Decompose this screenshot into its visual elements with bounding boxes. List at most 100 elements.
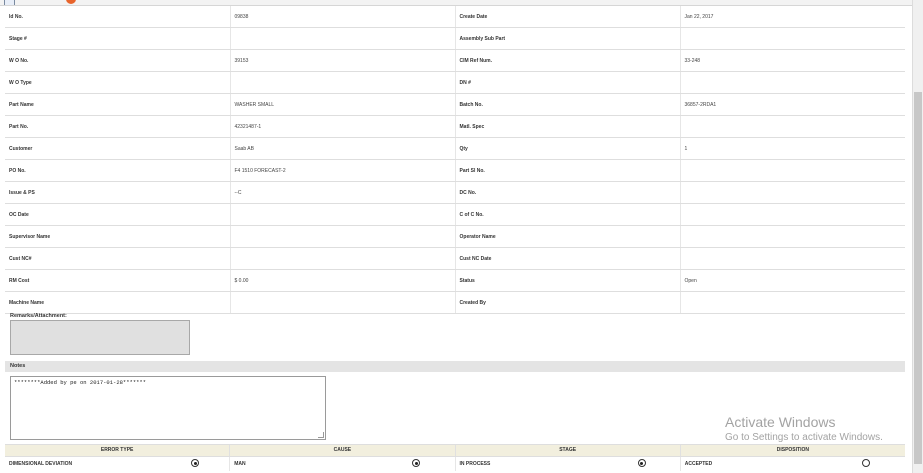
field-value: F4 1510 FORECAST-2 — [230, 159, 456, 182]
field-value: WASHER SMALL — [230, 93, 456, 116]
resize-grip-icon[interactable] — [318, 432, 324, 438]
details-row: OC Date C of C No. — [5, 203, 905, 226]
field-value — [680, 225, 905, 248]
header-disposition: DISPOSITION — [776, 447, 809, 453]
field-label: C of C No. — [455, 203, 681, 226]
field-label: W O Type — [5, 71, 231, 94]
field-label: Id No. — [5, 6, 231, 28]
field-label: CIM Ref Num. — [455, 49, 681, 72]
error-type-value: DIMENSIONAL DEVIATION — [9, 461, 73, 467]
status-circle-icon[interactable] — [66, 0, 76, 4]
disposition-cell: ACCEPTED — [681, 457, 905, 471]
record-details: Id No. 09838 Create Date Jan 22, 2017 Stage … — [5, 6, 905, 314]
cause-value: MAN — [234, 461, 246, 467]
field-label: Stage # — [5, 27, 231, 50]
scrollbar-thumb[interactable] — [914, 92, 922, 464]
field-label: Part Name — [5, 93, 231, 116]
field-label: DN # — [455, 71, 681, 94]
notes-textarea[interactable]: ********Added by pe on 2017-01-28******* — [10, 376, 326, 440]
field-label: Cust NC Date — [455, 247, 681, 270]
field-label: RM Cost — [5, 269, 231, 292]
notes-header: Notes — [5, 361, 905, 372]
stage-radio[interactable] — [637, 459, 646, 467]
field-label: Qty — [455, 137, 681, 160]
field-value: 09838 — [230, 6, 456, 28]
field-value — [230, 203, 456, 226]
field-value: Open — [680, 269, 905, 292]
field-label: DC No. — [455, 181, 681, 204]
error-classification-table: ERROR TYPE CAUSE STAGE DISPOSITION DIMEN… — [5, 444, 905, 471]
field-label: OC Date — [5, 203, 231, 226]
field-value — [230, 27, 456, 50]
field-label: Created By — [455, 291, 681, 314]
field-value — [680, 247, 905, 270]
details-row: W O Type DN # — [5, 71, 905, 94]
header-cause: CAUSE — [230, 445, 456, 456]
disposition-radio[interactable] — [861, 459, 870, 467]
header-stage: STAGE — [456, 445, 681, 456]
details-row: Machine Name Created By — [5, 291, 905, 314]
field-label: Customer — [5, 137, 231, 160]
details-row: Customer Saab AB Qty 1 — [5, 137, 905, 160]
field-value: Saab AB — [230, 137, 456, 160]
field-label: Status — [455, 269, 681, 292]
field-value: Jan 22, 2017 — [680, 6, 905, 28]
field-value: --C — [230, 181, 456, 204]
details-row: Part Name WASHER SMALL Batch No. 36857-2RDA… — [5, 93, 905, 116]
field-label: Matl. Spec — [455, 115, 681, 138]
field-value: 33-248 — [680, 49, 905, 72]
field-label: Supervisor Name — [5, 225, 231, 248]
details-row: Part No. 42321487-1 Matl. Spec — [5, 115, 905, 138]
field-value — [680, 203, 905, 226]
field-value — [680, 115, 905, 138]
field-value — [230, 291, 456, 314]
field-value — [680, 27, 905, 50]
notes-text: ********Added by pe on 2017-01-28******* — [14, 379, 147, 386]
field-value: 1 — [680, 137, 905, 160]
field-value — [230, 225, 456, 248]
stage-cell: IN PROCESS — [456, 457, 681, 471]
details-row: W O No. 39153 CIM Ref Num. 33-248 — [5, 49, 905, 72]
field-value — [230, 71, 456, 94]
stage-value: IN PROCESS — [459, 461, 491, 467]
details-table: Id No. 09838 Create Date Jan 22, 2017 Stage … — [5, 6, 905, 314]
details-row: PO No. F4 1510 FORECAST-2 Part Sl No. — [5, 159, 905, 182]
field-label: W O No. — [5, 49, 231, 72]
field-value: 39153 — [230, 49, 456, 72]
field-label: Issue & PS — [5, 181, 231, 204]
cause-radio[interactable] — [412, 459, 421, 467]
details-row: Cust NC# Cust NC Date — [5, 247, 905, 270]
header-error-type: ERROR TYPE — [5, 445, 231, 456]
error-type-cell: DIMENSIONAL DEVIATION — [5, 457, 231, 471]
field-label: Cust NC# — [5, 247, 231, 270]
details-row: RM Cost $ 0.00 Status Open — [5, 269, 905, 292]
field-label: Create Date — [455, 6, 681, 28]
details-row: Stage # Assembly Sub Part — [5, 27, 905, 50]
remarks-attachment-box[interactable] — [10, 320, 190, 355]
field-value — [230, 247, 456, 270]
details-row: Id No. 09838 Create Date Jan 22, 2017 — [5, 6, 905, 28]
error-table-header: ERROR TYPE CAUSE STAGE DISPOSITION — [5, 444, 905, 457]
details-row: Issue & PS --C DC No. — [5, 181, 905, 204]
field-value: 42321487-1 — [230, 115, 456, 138]
field-label: Part No. — [5, 115, 231, 138]
field-label: Machine Name — [5, 291, 231, 314]
field-label: PO No. — [5, 159, 231, 182]
vertical-scrollbar[interactable] — [912, 0, 923, 473]
watermark-title: Activate Windows — [725, 414, 836, 430]
field-label: Assembly Sub Part — [455, 27, 681, 50]
remarks-label: Remarks/Attachment: — [10, 313, 67, 319]
field-label: Operator Name — [455, 225, 681, 248]
error-type-radio[interactable] — [191, 459, 199, 467]
field-label: Batch No. — [455, 93, 681, 116]
field-value — [680, 71, 905, 94]
field-label: Part Sl No. — [455, 159, 681, 182]
field-value — [680, 159, 905, 182]
details-row: Supervisor Name Operator Name — [5, 225, 905, 248]
disposition-value: ACCEPTED — [684, 461, 713, 467]
activate-windows-watermark: Activate Windows Go to Settings to activ… — [725, 414, 883, 443]
field-value: 36857-2RDA1 — [680, 93, 905, 116]
error-row: DIMENSIONAL DEVIATION MAN IN PROCESS ACC… — [5, 457, 905, 471]
field-value — [680, 291, 905, 314]
field-value — [680, 181, 905, 204]
